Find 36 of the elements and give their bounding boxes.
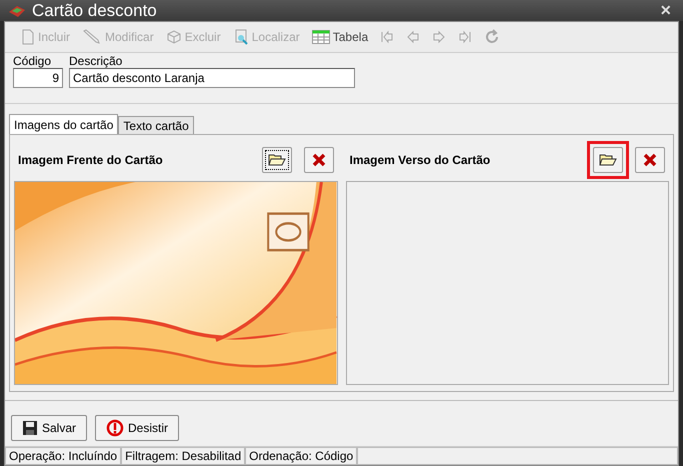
first-icon — [380, 30, 394, 44]
pencil-icon — [82, 29, 102, 45]
delete-button[interactable] — [304, 147, 334, 173]
folder-icon — [268, 153, 286, 167]
field-label: Descrição — [69, 55, 124, 68]
cancel-button[interactable]: Desistir — [95, 415, 180, 441]
page-icon — [21, 29, 35, 45]
refresh-icon — [484, 29, 500, 45]
image-title: Imagem Verso do Cartão — [350, 153, 492, 167]
tab[interactable]: Imagens do cartão — [9, 114, 118, 134]
magnifier-icon — [232, 29, 249, 45]
toolbar-button[interactable]: Tabela — [308, 28, 372, 46]
cube-icon — [166, 29, 182, 45]
code-field[interactable]: 9 — [13, 68, 63, 88]
save-button[interactable]: Salvar — [11, 415, 88, 441]
cross-icon — [312, 153, 326, 167]
close-button[interactable]: × — [656, 0, 675, 21]
arrow-left-icon — [406, 30, 420, 44]
last-icon — [458, 30, 472, 44]
window-title: Cartão desconto — [32, 0, 158, 20]
arrow-right-icon — [432, 30, 446, 44]
cross-icon — [643, 153, 657, 167]
open-button[interactable] — [593, 147, 623, 173]
stop-icon — [106, 419, 124, 437]
floppy-icon — [22, 420, 38, 436]
status-panel: Filtragem: Desabilitad — [121, 447, 246, 465]
field-label: Código — [13, 55, 52, 68]
folder-icon — [599, 153, 617, 167]
delete-button[interactable] — [635, 147, 665, 173]
open-button[interactable] — [262, 147, 292, 173]
tab[interactable]: Texto cartão — [118, 116, 194, 134]
status-panel: Ordenação: Código — [245, 447, 358, 465]
image-title: Imagem Frente do Cartão — [18, 153, 164, 167]
table-icon — [312, 30, 330, 44]
description-field[interactable]: Cartão desconto Laranja — [69, 68, 355, 88]
status-panel: Operação: Incluíndo — [5, 447, 122, 465]
